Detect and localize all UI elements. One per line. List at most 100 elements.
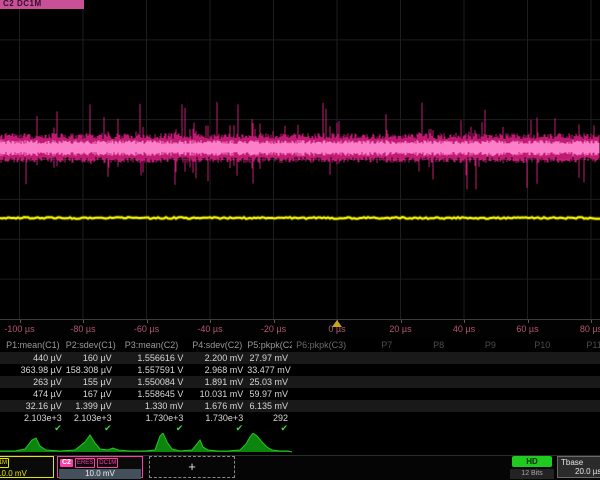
trace-annotation-label: C2 DC1M (0, 0, 84, 9)
histogram-trace (0, 433, 600, 455)
trigger-position-marker[interactable] (332, 320, 342, 327)
measure-value-p7 (361, 400, 413, 412)
c2-badge: C2 (60, 459, 73, 467)
status-check-icon (516, 424, 568, 433)
c2-scale-value: 10.0 mV (59, 469, 141, 479)
axis-tick-label: -60 µs (134, 324, 159, 334)
measure-value-p8 (413, 400, 465, 412)
measure-value-p5: 27.97 mV (247, 352, 292, 364)
axis-tick-label: -100 µs (4, 324, 34, 334)
status-check-icon: ✔ (116, 424, 188, 433)
status-check-icon (465, 424, 517, 433)
measure-value-p11 (568, 412, 600, 424)
measure-value-p9 (465, 364, 517, 376)
measure-value-p8 (413, 412, 465, 424)
tbase-value: 20.0 µs (561, 467, 600, 476)
axis-tick-mark (147, 320, 148, 323)
measure-value-p3: 1.730e+3 (116, 412, 188, 424)
measure-value-p6 (292, 376, 361, 388)
axis-tick-label: 60 µs (516, 324, 538, 334)
axis-tick-label: -20 µs (261, 324, 286, 334)
measure-header-p9: P9 (465, 338, 517, 352)
axis-tick-label: 80 µs (580, 324, 600, 334)
measure-value-p10 (516, 388, 568, 400)
status-check-icon (361, 424, 413, 433)
measure-value-p5: 292 (247, 412, 292, 424)
waveform-grid: C2 DC1M (0, 0, 600, 320)
trace-c1 (0, 217, 600, 219)
axis-tick-label: -40 µs (197, 324, 222, 334)
measure-value-p1: 263 µV (0, 376, 66, 388)
measure-header-p1[interactable]: P1:mean(C1) (0, 338, 66, 352)
measure-value-p7 (361, 376, 413, 388)
measure-value-p11 (568, 352, 600, 364)
measure-value-p5: 6.135 mV (247, 400, 292, 412)
measure-value-p8 (413, 388, 465, 400)
measure-value-p4: 1.676 mV (187, 400, 247, 412)
axis-tick-mark (210, 320, 211, 323)
histogram-fill (0, 433, 292, 452)
measure-value-p11 (568, 376, 600, 388)
status-check-icon: ✔ (247, 424, 292, 433)
plus-icon: + (188, 459, 196, 474)
measure-value-p11 (568, 364, 600, 376)
measure-value-p5: 25.03 mV (247, 376, 292, 388)
measure-value-p9 (465, 388, 517, 400)
measure-value-p9 (465, 412, 517, 424)
measure-value-p2: 158.308 µV (66, 364, 116, 376)
measure-value-p2: 1.399 µV (66, 400, 116, 412)
measure-value-p6 (292, 388, 361, 400)
measure-value-p1: 363.98 µV (0, 364, 66, 376)
time-axis: -100 µs-80 µs-60 µs-40 µs-20 µs0 µs20 µs… (0, 320, 600, 338)
status-check-icon: ✔ (0, 424, 66, 433)
status-check-icon: ✔ (187, 424, 247, 433)
measure-value-p4: 1.730e+3 (187, 412, 247, 424)
measure-value-p7 (361, 364, 413, 376)
status-check-icon (413, 424, 465, 433)
measure-header-p10: P10 (516, 338, 568, 352)
measure-value-p9 (465, 376, 517, 388)
measure-value-p8 (413, 352, 465, 364)
measure-value-p6 (292, 364, 361, 376)
measure-value-p10 (516, 376, 568, 388)
timebase-descriptor[interactable]: Tbase 20.0 µs (557, 456, 600, 478)
measure-value-p11 (568, 400, 600, 412)
measure-value-p2: 160 µV (66, 352, 116, 364)
measure-value-p3: 1.557591 V (116, 364, 188, 376)
measure-value-p2: 155 µV (66, 376, 116, 388)
measure-value-p9 (465, 352, 517, 364)
c2-eres-badge: ERES (75, 458, 95, 468)
add-trace-button[interactable]: + (149, 456, 235, 478)
measure-header-p4[interactable]: P4:sdev(C2) (187, 338, 247, 352)
measure-header-p6: P6:pkpk(C3) (292, 338, 361, 352)
measure-value-p6 (292, 400, 361, 412)
hd-mode-badge[interactable]: HD (512, 456, 552, 467)
measure-value-p3: 1.330 mV (116, 400, 188, 412)
channel-descriptor-c1[interactable]: C1 DC1M 10.0 mV (0, 456, 54, 478)
measure-header-p2[interactable]: P2:sdev(C1) (66, 338, 116, 352)
status-check-icon (292, 424, 361, 433)
measure-value-p3: 1.550084 V (116, 376, 188, 388)
measure-value-p4: 10.031 mV (187, 388, 247, 400)
measure-value-p2: 2.103e+3 (66, 412, 116, 424)
c2-dc1m-badge: DC1M (97, 458, 118, 468)
measure-value-p10 (516, 400, 568, 412)
measure-table: P1:mean(C1)P2:sdev(C1)P3:mean(C2)P4:sdev… (0, 338, 600, 433)
measure-value-p3: 1.558645 V (116, 388, 188, 400)
zoom-histogram-strip (0, 433, 600, 456)
measure-header-p3[interactable]: P3:mean(C2) (116, 338, 188, 352)
channel-descriptor-c2[interactable]: C2 ERESDC1M 10.0 mV (57, 456, 143, 478)
measure-value-p4: 2.200 mV (187, 352, 247, 364)
measure-value-p8 (413, 364, 465, 376)
oscilloscope-screen: C2 DC1M -100 µs-80 µs-60 µs-40 µs-20 µs0… (0, 0, 600, 480)
measure-value-p10 (516, 352, 568, 364)
axis-tick-label: 40 µs (453, 324, 475, 334)
measure-header-p7: P7 (361, 338, 413, 352)
bit-depth-label: 12 Bits (510, 469, 554, 479)
measure-value-p4: 1.891 mV (187, 376, 247, 388)
measure-header-p5[interactable]: P5:pkpk(C2) (247, 338, 292, 352)
axis-tick-mark (464, 320, 465, 323)
measure-value-p5: 33.477 mV (247, 364, 292, 376)
measure-value-p3: 1.556616 V (116, 352, 188, 364)
status-check-icon (568, 424, 600, 433)
